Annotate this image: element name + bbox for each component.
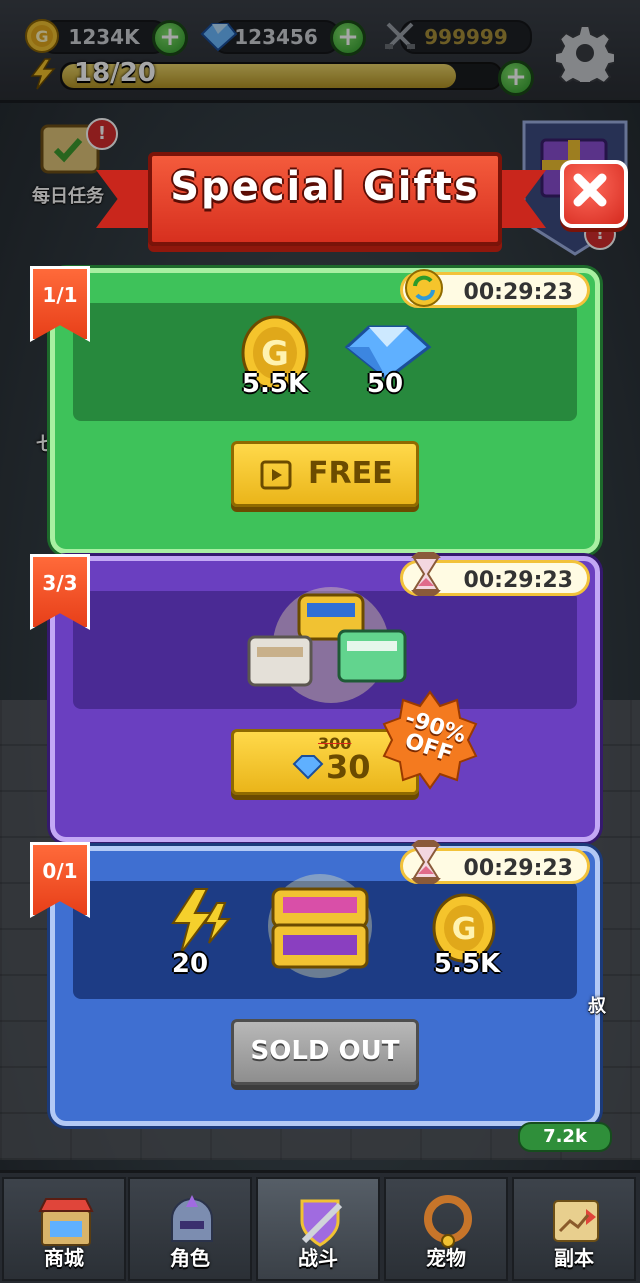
offer-3-energy-icon	[171, 888, 232, 954]
nav-pet-label: 宠物	[426, 1246, 466, 1270]
offer-3-chest-icon	[268, 874, 372, 978]
nav-dungeon[interactable]: 副本	[512, 1177, 636, 1281]
offer-card-sold-out: 20 G 5.5K SOLD OUT	[50, 846, 600, 1126]
nav-shop-label: 商城	[44, 1246, 84, 1270]
nav-shop[interactable]: 商城	[2, 1177, 126, 1281]
nav-dungeon-label: 副本	[554, 1246, 594, 1270]
svg-text:G: G	[261, 334, 289, 374]
offer-2-price: 30	[326, 748, 371, 786]
nav-character-label: 角色	[170, 1246, 210, 1270]
nav-pet[interactable]: 宠物	[384, 1177, 508, 1281]
price-gem-icon	[292, 755, 324, 780]
offer-2-chests-icon	[247, 587, 407, 703]
bottom-navigation: 商城 角色 战斗 宠物 副本	[0, 1170, 640, 1283]
popup-title: Special Gifts	[170, 164, 480, 210]
offer-1-gold-amount: 5.5K	[241, 369, 309, 399]
hourglass-icon	[410, 552, 442, 596]
nav-battle[interactable]: 战斗	[256, 1177, 380, 1281]
sold-out-label: SOLD OUT	[250, 1036, 400, 1066]
offer-3-energy-amount: 20	[171, 949, 209, 979]
free-button-label: FREE	[308, 456, 393, 491]
sold-out-button[interactable]: SOLD OUT	[231, 1019, 419, 1085]
right-side-value-pill: 7.2k	[518, 1122, 612, 1152]
refresh-icon	[405, 269, 443, 307]
offer-3-gold-amount: 5.5K	[433, 949, 501, 979]
offer-1-gem-amount: 50	[366, 369, 404, 399]
hourglass-icon-2	[410, 840, 442, 884]
close-button[interactable]	[560, 160, 628, 228]
play-video-icon	[260, 460, 292, 490]
right-side-label: 叔	[588, 996, 606, 1017]
close-icon	[573, 173, 607, 207]
svg-text:G: G	[452, 912, 477, 947]
nav-character[interactable]: 角色	[128, 1177, 252, 1281]
free-claim-button[interactable]: FREE	[231, 441, 419, 507]
offer-1-reward-panel	[73, 303, 577, 421]
nav-battle-label: 战斗	[298, 1246, 338, 1270]
